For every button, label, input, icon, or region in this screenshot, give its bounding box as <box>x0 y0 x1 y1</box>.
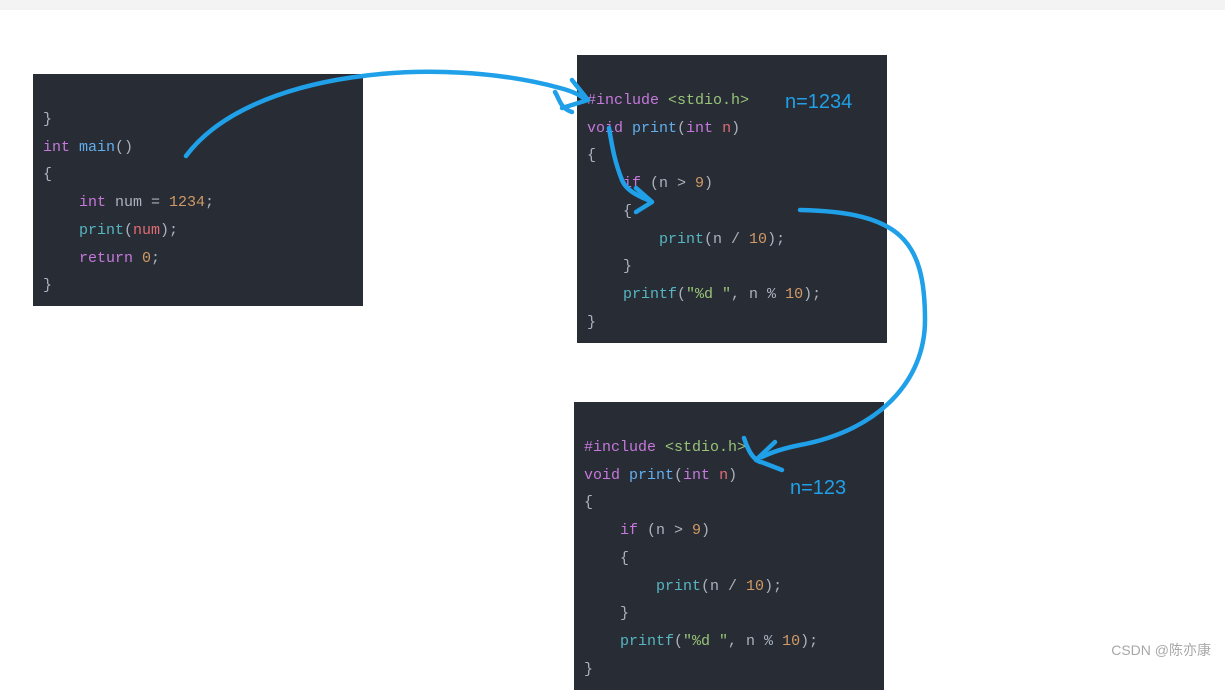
watermark: CSDN @陈亦康 <box>1111 638 1211 664</box>
code: #include <stdio.h> void print(int n) { i… <box>584 439 818 678</box>
code-block-main: } int main() { int num = 1234; print(num… <box>33 74 363 306</box>
annotation-n123: n=123 <box>790 470 846 507</box>
annotation-n1234: n=1234 <box>785 84 852 121</box>
code: } int main() { int num = 1234; print(num… <box>43 111 214 295</box>
code-block-print-2: #include <stdio.h> void print(int n) { i… <box>574 402 884 690</box>
top-strip <box>0 0 1225 10</box>
code: #include <stdio.h> void print(int n) { i… <box>587 92 821 331</box>
